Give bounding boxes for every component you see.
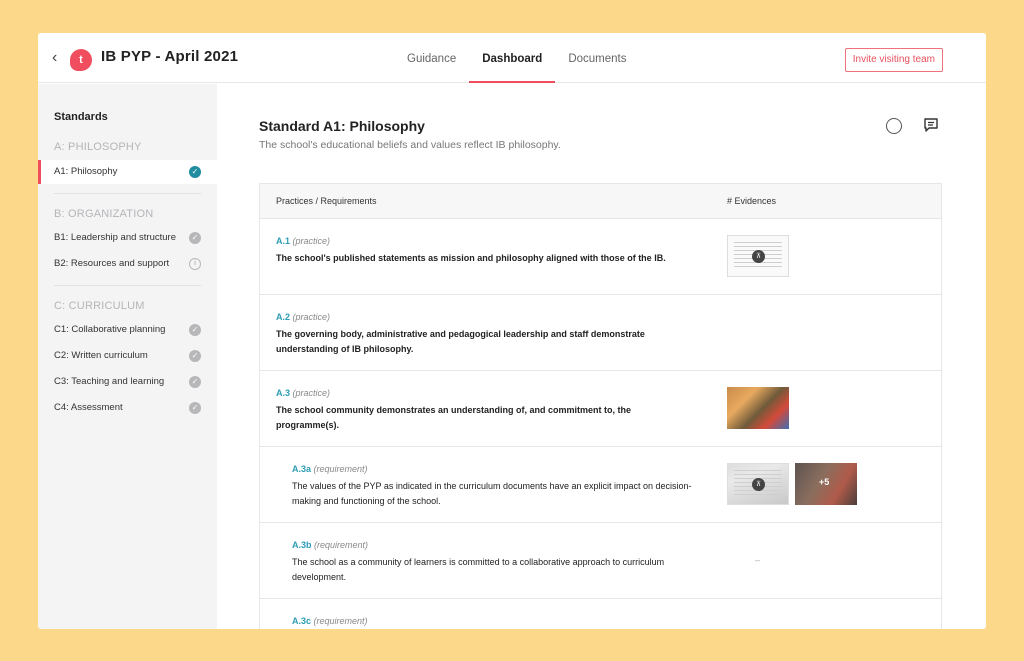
sidebar-item-a1-philosophy[interactable]: A1: Philosophy ✓ [38, 160, 217, 184]
sidebar-item-c2-written-curriculum[interactable]: C2: Written curriculum ✓ [38, 344, 217, 368]
sidebar-group-philosophy: A: PHILOSOPHY [54, 141, 142, 153]
requirement-description: The values of the PYP as indicated in th… [292, 481, 692, 506]
page-title: Standard A1: Philosophy [259, 118, 425, 134]
app-logo-icon: t [70, 49, 92, 71]
sidebar-divider [54, 285, 201, 286]
sidebar-item-c3-teaching-learning[interactable]: C3: Teaching and learning ✓ [38, 370, 217, 394]
sidebar-group-organization: B: ORGANIZATION [54, 208, 154, 220]
practice-description: The school's published statements as mis… [276, 253, 666, 263]
evidence-list [727, 387, 789, 429]
sidebar-group-curriculum: C: CURRICULUM [54, 300, 145, 312]
practices-table: Practices / Requirements # Evidences A.1… [259, 183, 942, 629]
pdf-icon: ⊼ [752, 478, 765, 491]
sidebar-item-b1-leadership[interactable]: B1: Leadership and structure ✓ [38, 226, 217, 250]
sidebar-item-label: A1: Philosophy [54, 166, 118, 177]
tab-bar: Guidance Dashboard Documents [394, 33, 639, 83]
tab-documents[interactable]: Documents [555, 33, 639, 83]
requirement-code: A.3b (requirement) [292, 540, 369, 550]
sidebar-item-label: C3: Teaching and learning [54, 376, 165, 387]
table-row[interactable]: A.3c (requirement) [260, 599, 941, 629]
check-circle-icon: ✓ [189, 324, 201, 336]
requirement-code: A.3a (requirement) [292, 464, 368, 474]
sidebar-divider [54, 193, 201, 194]
sidebar-item-label: B1: Leadership and structure [54, 232, 176, 243]
main-content: Standard A1: Philosophy The school's edu… [217, 84, 986, 629]
table-row[interactable]: A.2 (practice) The governing body, admin… [260, 295, 941, 371]
back-arrow-icon[interactable]: ‹ [52, 49, 68, 67]
top-bar: ‹ t IB PYP - April 2021 Guidance Dashboa… [38, 33, 986, 83]
status-circle-icon[interactable] [886, 118, 902, 134]
tab-guidance[interactable]: Guidance [394, 33, 469, 83]
check-circle-icon: ✓ [189, 166, 201, 178]
sidebar-item-b2-resources[interactable]: B2: Resources and support i [38, 252, 217, 276]
evidence-document-thumbnail[interactable]: ⊼ [727, 235, 789, 277]
evidence-list: ⊼ [727, 235, 789, 277]
check-circle-icon: ✓ [189, 376, 201, 388]
invite-visiting-team-button[interactable]: Invite visiting team [844, 48, 943, 72]
check-circle-icon: ✓ [189, 402, 201, 414]
info-circle-icon: i [189, 258, 201, 270]
table-row[interactable]: A.1 (practice) The school's published st… [260, 219, 941, 295]
page-subtitle: The school's educational beliefs and val… [259, 139, 561, 151]
table-row[interactable]: A.3b (requirement) The school as a commu… [260, 523, 941, 599]
no-evidence-placeholder: – [755, 555, 761, 565]
sidebar-item-c4-assessment[interactable]: C4: Assessment ✓ [38, 396, 217, 420]
practice-code: A.2 (practice) [276, 312, 331, 322]
table-header: Practices / Requirements # Evidences [260, 184, 941, 219]
practice-description: The governing body, administrative and p… [276, 329, 645, 354]
evidence-photo-thumbnail[interactable] [727, 387, 789, 429]
table-row[interactable]: A.3a (requirement) The values of the PYP… [260, 447, 941, 523]
tab-dashboard[interactable]: Dashboard [469, 33, 556, 83]
sidebar-item-label: C4: Assessment [54, 402, 123, 413]
evidence-list: ⊼ +5 [727, 463, 857, 505]
evidence-photo-more-thumbnail[interactable]: +5 [795, 463, 857, 505]
sidebar-heading: Standards [54, 111, 108, 123]
practice-code: A.3 (practice) [276, 388, 331, 398]
table-row[interactable]: A.3 (practice) The school community demo… [260, 371, 941, 447]
check-circle-icon: ✓ [189, 350, 201, 362]
requirement-description: The school as a community of learners is… [292, 557, 665, 582]
column-header-evidences: # Evidences [727, 196, 777, 206]
sidebar-item-label: C1: Collaborative planning [54, 324, 166, 335]
sidebar-item-c1-collaborative-planning[interactable]: C1: Collaborative planning ✓ [38, 318, 217, 342]
standards-sidebar: Standards A: PHILOSOPHY A1: Philosophy ✓… [38, 84, 217, 629]
sidebar-item-label: B2: Resources and support [54, 258, 170, 269]
practice-description: The school community demonstrates an und… [276, 405, 632, 430]
more-evidence-count: +5 [819, 477, 830, 487]
requirement-code: A.3c (requirement) [292, 616, 368, 626]
pdf-icon: ⊼ [752, 250, 765, 263]
comment-icon[interactable] [923, 117, 939, 133]
app-window: ‹ t IB PYP - April 2021 Guidance Dashboa… [38, 33, 986, 629]
practice-code: A.1 (practice) [276, 236, 331, 246]
check-circle-icon: ✓ [189, 232, 201, 244]
app-title: IB PYP - April 2021 [101, 48, 239, 65]
sidebar-item-label: C2: Written curriculum [54, 350, 148, 361]
column-header-practices: Practices / Requirements [276, 196, 377, 206]
evidence-document-thumbnail[interactable]: ⊼ [727, 463, 789, 505]
